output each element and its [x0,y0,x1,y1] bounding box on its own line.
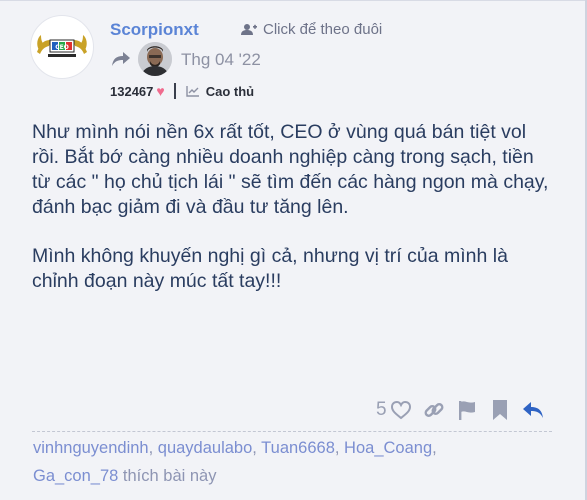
like-button[interactable] [389,398,413,422]
post-body: Như mình nói nền 6x rất tốt, CEO ở vùng … [32,120,552,318]
heart-icon [390,400,411,420]
post-date[interactable]: Thg 04 '22 [181,50,261,70]
points-value: 132467 [110,83,154,99]
ceo-logo-icon: CEO [37,35,87,57]
post-paragraph: Mình không khuyến nghị gì cả, nhưng vị t… [32,245,508,292]
svg-text:CEO: CEO [55,44,69,51]
flag-button[interactable] [455,398,479,422]
follow-button[interactable]: Click để theo đuôi [241,21,382,38]
reply-button[interactable] [521,398,545,422]
post-container: CEO Scorpionxt Click để theo đuôi Thg 04… [0,0,587,500]
bookmark-icon [492,400,507,420]
liker-link[interactable]: Tuan6668 [261,439,335,457]
liker-link[interactable]: Hoa_Coang [344,439,432,457]
post-actions: 5 [376,396,554,424]
author-stats: 132467 ♥ Cao thủ [110,82,254,100]
likes-list: vinhnguyendinh, quaydaulabo, Tuan6668, H… [33,439,437,485]
user-photo-icon [138,42,172,76]
liker-link[interactable]: vinhnguyendinh [33,439,149,457]
points-heart-icon: ♥ [156,83,165,99]
reply-to[interactable] [110,41,172,77]
reply-icon [522,402,543,418]
like-count[interactable]: 5 [376,399,387,421]
copy-link-button[interactable] [422,398,446,422]
likes-divider [32,431,552,433]
chart-line-icon [186,86,199,97]
top-divider [0,0,587,1]
author-avatar[interactable]: CEO [30,15,94,79]
link-icon [424,403,444,417]
liker-link[interactable]: Ga_con_78 [33,467,118,485]
share-arrow-icon [112,52,130,66]
stats-divider [173,83,176,99]
post-paragraph: Như mình nói nền 6x rất tốt, CEO ở vùng … [32,121,549,218]
bookmark-button[interactable] [488,398,512,422]
rank-label: Cao thủ [205,83,255,99]
flag-icon [458,401,475,420]
likes-suffix: thích bài này [122,467,217,485]
follow-label: Click để theo đuôi [263,21,383,38]
liker-link[interactable]: quaydaulabo [158,439,253,457]
reply-user-avatar[interactable] [138,42,172,76]
author-username[interactable]: Scorpionxt [110,20,199,40]
add-user-icon [241,24,257,35]
